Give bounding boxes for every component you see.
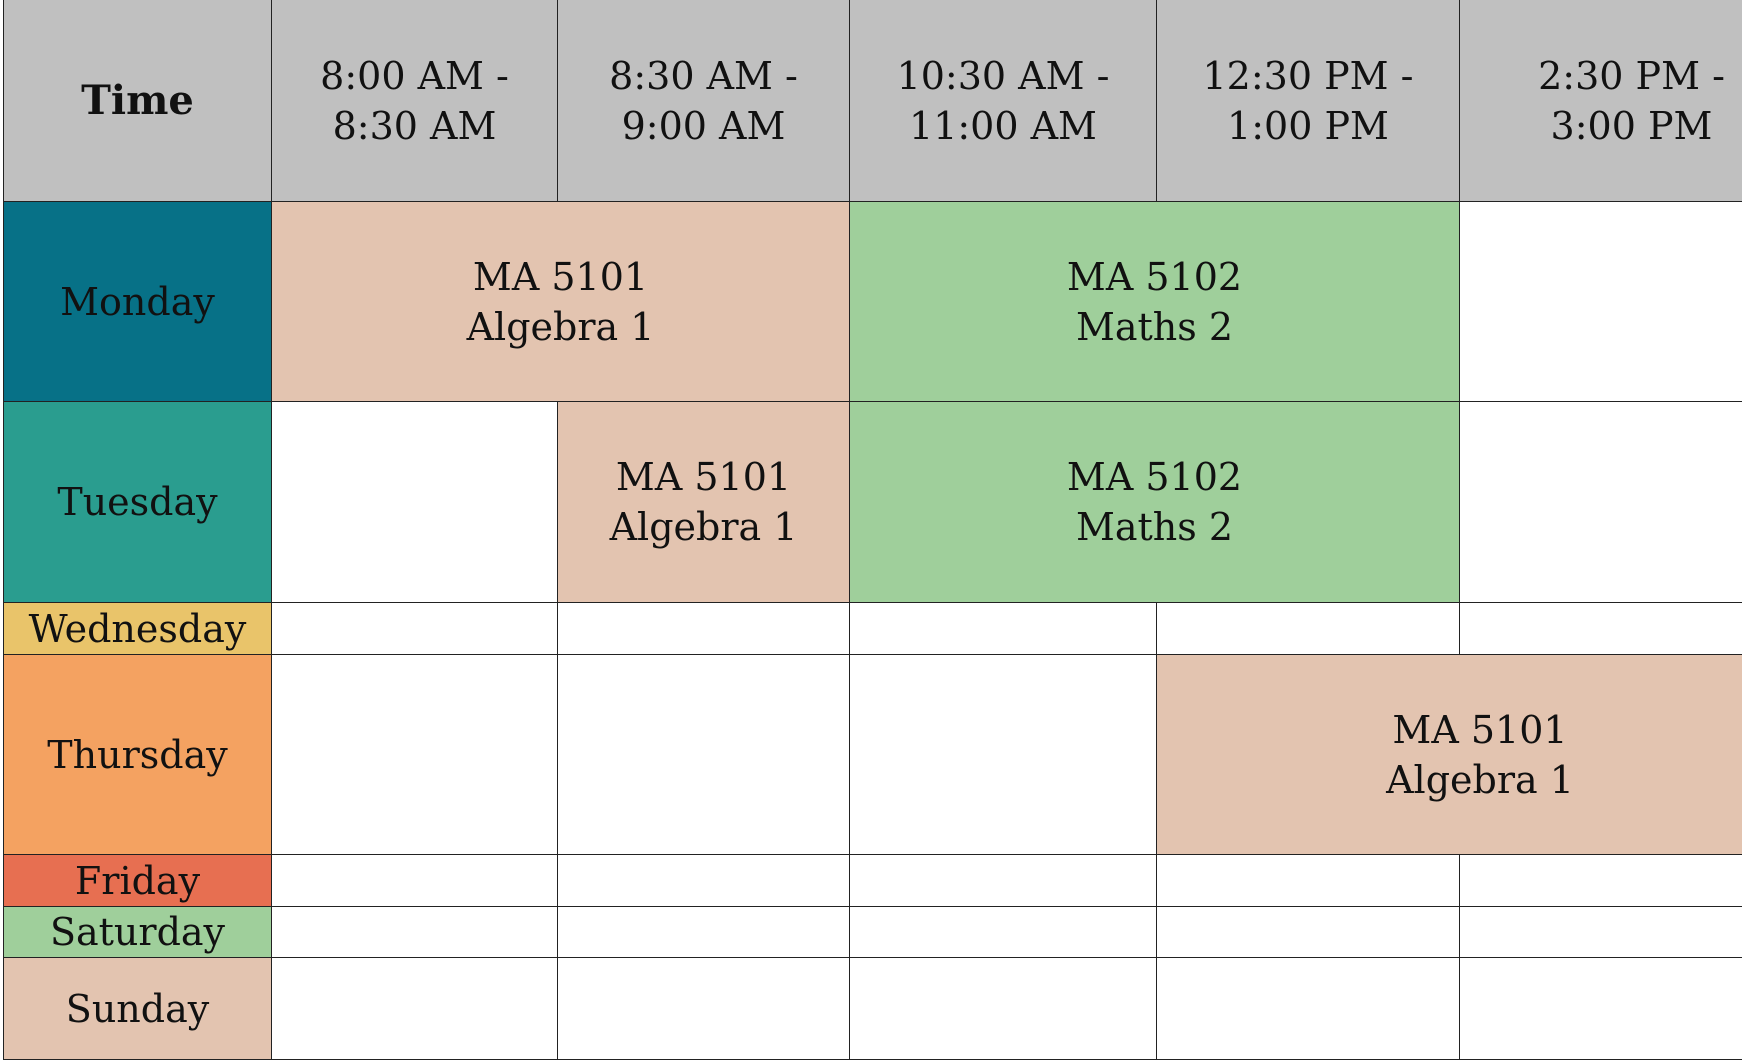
- empty-slot: [271, 602, 558, 655]
- empty-slot: [849, 957, 1157, 1060]
- empty-slot: [271, 854, 558, 907]
- day-tuesday-label: Tuesday: [57, 480, 218, 524]
- empty-slot: [1459, 602, 1742, 655]
- timetable: Time 8:00 AM - 8:30 AM 8:30 AM - 9:00 AM 10…: [3, 0, 1742, 1060]
- empty-slot: [1156, 602, 1460, 655]
- day-sunday-label: Sunday: [65, 986, 210, 1031]
- session-cell: MA 5101 Algebra 1: [557, 401, 850, 603]
- session-cell-label: MA 5101 Algebra 1: [609, 455, 798, 549]
- empty-slot: [557, 854, 850, 907]
- header-slot-label: 10:30 AM - 11:00 AM: [896, 53, 1110, 148]
- day-thursday-label: Thursday: [47, 732, 228, 777]
- empty-slot: [557, 602, 850, 655]
- session-cell: MA 5102 Maths 2: [849, 201, 1460, 402]
- day-monday-label: Monday: [60, 279, 215, 324]
- empty-slot: [1459, 401, 1742, 603]
- empty-slot: [271, 906, 558, 958]
- header-slot: 8:00 AM - 8:30 AM: [271, 0, 558, 202]
- header-slot-label: 12:30 PM - 1:00 PM: [1202, 53, 1414, 148]
- empty-slot: [1459, 906, 1742, 958]
- empty-slot: [849, 602, 1157, 655]
- empty-slot: [849, 654, 1157, 855]
- empty-slot: [1459, 957, 1742, 1060]
- day-saturday-label: Saturday: [49, 910, 226, 954]
- session-cell-label: MA 5101 Algebra 1: [1386, 707, 1574, 802]
- header-slot-label: 8:30 AM - 9:00 AM: [609, 53, 798, 148]
- day-monday: Monday: [3, 201, 272, 402]
- day-sunday: Sunday: [3, 957, 272, 1060]
- empty-slot: [1156, 906, 1460, 958]
- day-saturday: Saturday: [3, 906, 272, 958]
- session-cell: MA 5101 Algebra 1: [271, 201, 850, 402]
- header-slot-label: 8:00 AM - 8:30 AM: [320, 53, 509, 148]
- empty-slot: [271, 654, 558, 855]
- empty-slot: [557, 957, 850, 1060]
- day-wednesday: Wednesday: [3, 602, 272, 655]
- empty-slot: [271, 401, 558, 603]
- header-time: Time: [3, 0, 272, 202]
- header-slot-label: 2:30 PM - 3:00 PM: [1538, 53, 1725, 148]
- empty-slot: [1156, 957, 1460, 1060]
- session-cell: MA 5102 Maths 2: [849, 401, 1460, 603]
- empty-slot: [557, 654, 850, 855]
- day-tuesday: Tuesday: [3, 401, 272, 603]
- empty-slot: [557, 906, 850, 958]
- empty-slot: [1156, 854, 1460, 907]
- header-slot: 2:30 PM - 3:00 PM: [1459, 0, 1742, 202]
- header-slot: 12:30 PM - 1:00 PM: [1156, 0, 1460, 202]
- empty-slot: [849, 906, 1157, 958]
- header-slot: 10:30 AM - 11:00 AM: [849, 0, 1157, 202]
- empty-slot: [1459, 201, 1742, 402]
- session-cell-label: MA 5102 Maths 2: [1066, 455, 1243, 549]
- day-thursday: Thursday: [3, 654, 272, 855]
- day-friday: Friday: [3, 854, 272, 907]
- empty-slot: [271, 957, 558, 1060]
- session-cell-label: MA 5101 Algebra 1: [466, 254, 655, 349]
- empty-slot: [849, 854, 1157, 907]
- day-wednesday-label: Wednesday: [28, 606, 247, 651]
- header-slot: 8:30 AM - 9:00 AM: [557, 0, 850, 202]
- session-cell: MA 5101 Algebra 1: [1156, 654, 1742, 855]
- day-friday-label: Friday: [74, 858, 201, 903]
- empty-slot: [1459, 854, 1742, 907]
- header-time-label: Time: [81, 76, 194, 124]
- session-cell-label: MA 5102 Maths 2: [1066, 254, 1243, 349]
